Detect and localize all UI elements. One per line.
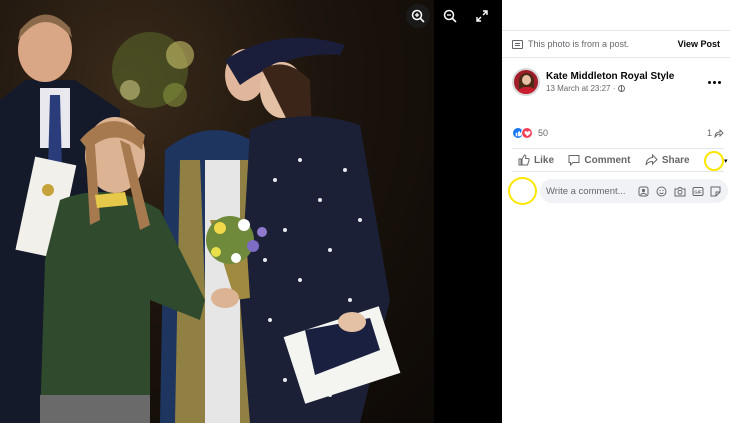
photo-notice-text: This photo is from a post. [528, 39, 630, 49]
like-button[interactable]: Like [514, 149, 558, 171]
post-actions-bar: Like Comment Share [512, 148, 724, 172]
post-meta: Kate Middleton Royal Style 13 March at 2… [546, 70, 704, 94]
love-reaction-icon [521, 127, 533, 139]
viewer-controls [0, 0, 502, 32]
post-panel: This photo is from a post. View Post Kat… [502, 0, 730, 423]
comment-row: GIF [512, 177, 728, 205]
reactions-summary: 50 1 [512, 125, 724, 141]
highlight-ring-selector [704, 151, 724, 171]
avatar[interactable] [512, 68, 540, 96]
share-button[interactable]: Share [641, 149, 694, 171]
post-header: Kate Middleton Royal Style 13 March at 2… [512, 66, 724, 98]
comment-input[interactable] [546, 185, 632, 197]
photo-viewer [0, 0, 502, 423]
reaction-count[interactable]: 50 [538, 128, 548, 138]
gif-icon[interactable]: GIF [691, 185, 704, 198]
photo-illustration [0, 14, 401, 423]
comment-tools: GIF [632, 185, 722, 198]
share-count[interactable]: 1 [707, 128, 724, 138]
globe-icon [618, 85, 626, 92]
post-photo [0, 0, 434, 423]
more-options-button[interactable] [704, 72, 724, 92]
like-label: Like [534, 154, 555, 166]
comment-label: Comment [584, 154, 631, 166]
comment-button[interactable]: Comment [564, 149, 634, 171]
share-icon [645, 154, 658, 166]
like-icon [518, 154, 530, 166]
chevron-down-icon[interactable]: ▾ [724, 157, 728, 165]
share-count-icon [714, 128, 724, 138]
comment-box[interactable]: GIF [540, 179, 728, 203]
avatar-sticker-icon[interactable] [637, 185, 650, 198]
comment-icon [568, 155, 580, 166]
svg-text:GIF: GIF [694, 189, 702, 194]
page-name-link[interactable]: Kate Middleton Royal Style [546, 70, 704, 83]
share-count-text: 1 [706, 128, 712, 138]
photo-notice-bar: This photo is from a post. View Post [502, 30, 730, 58]
sticker-icon[interactable] [709, 185, 722, 198]
share-label: Share [661, 154, 690, 166]
timestamp-text: 13 March at 23:27 · [546, 84, 616, 93]
post-timestamp[interactable]: 13 March at 23:27 · [546, 83, 704, 94]
camera-icon[interactable] [673, 185, 686, 198]
fullscreen-icon[interactable] [470, 4, 494, 28]
zoom-in-icon[interactable] [406, 4, 430, 28]
post-notice-icon [512, 39, 523, 49]
zoom-out-icon[interactable] [438, 4, 462, 28]
highlight-ring-avatar [508, 177, 537, 205]
emoji-icon[interactable] [655, 185, 668, 198]
view-post-link[interactable]: View Post [678, 39, 720, 49]
